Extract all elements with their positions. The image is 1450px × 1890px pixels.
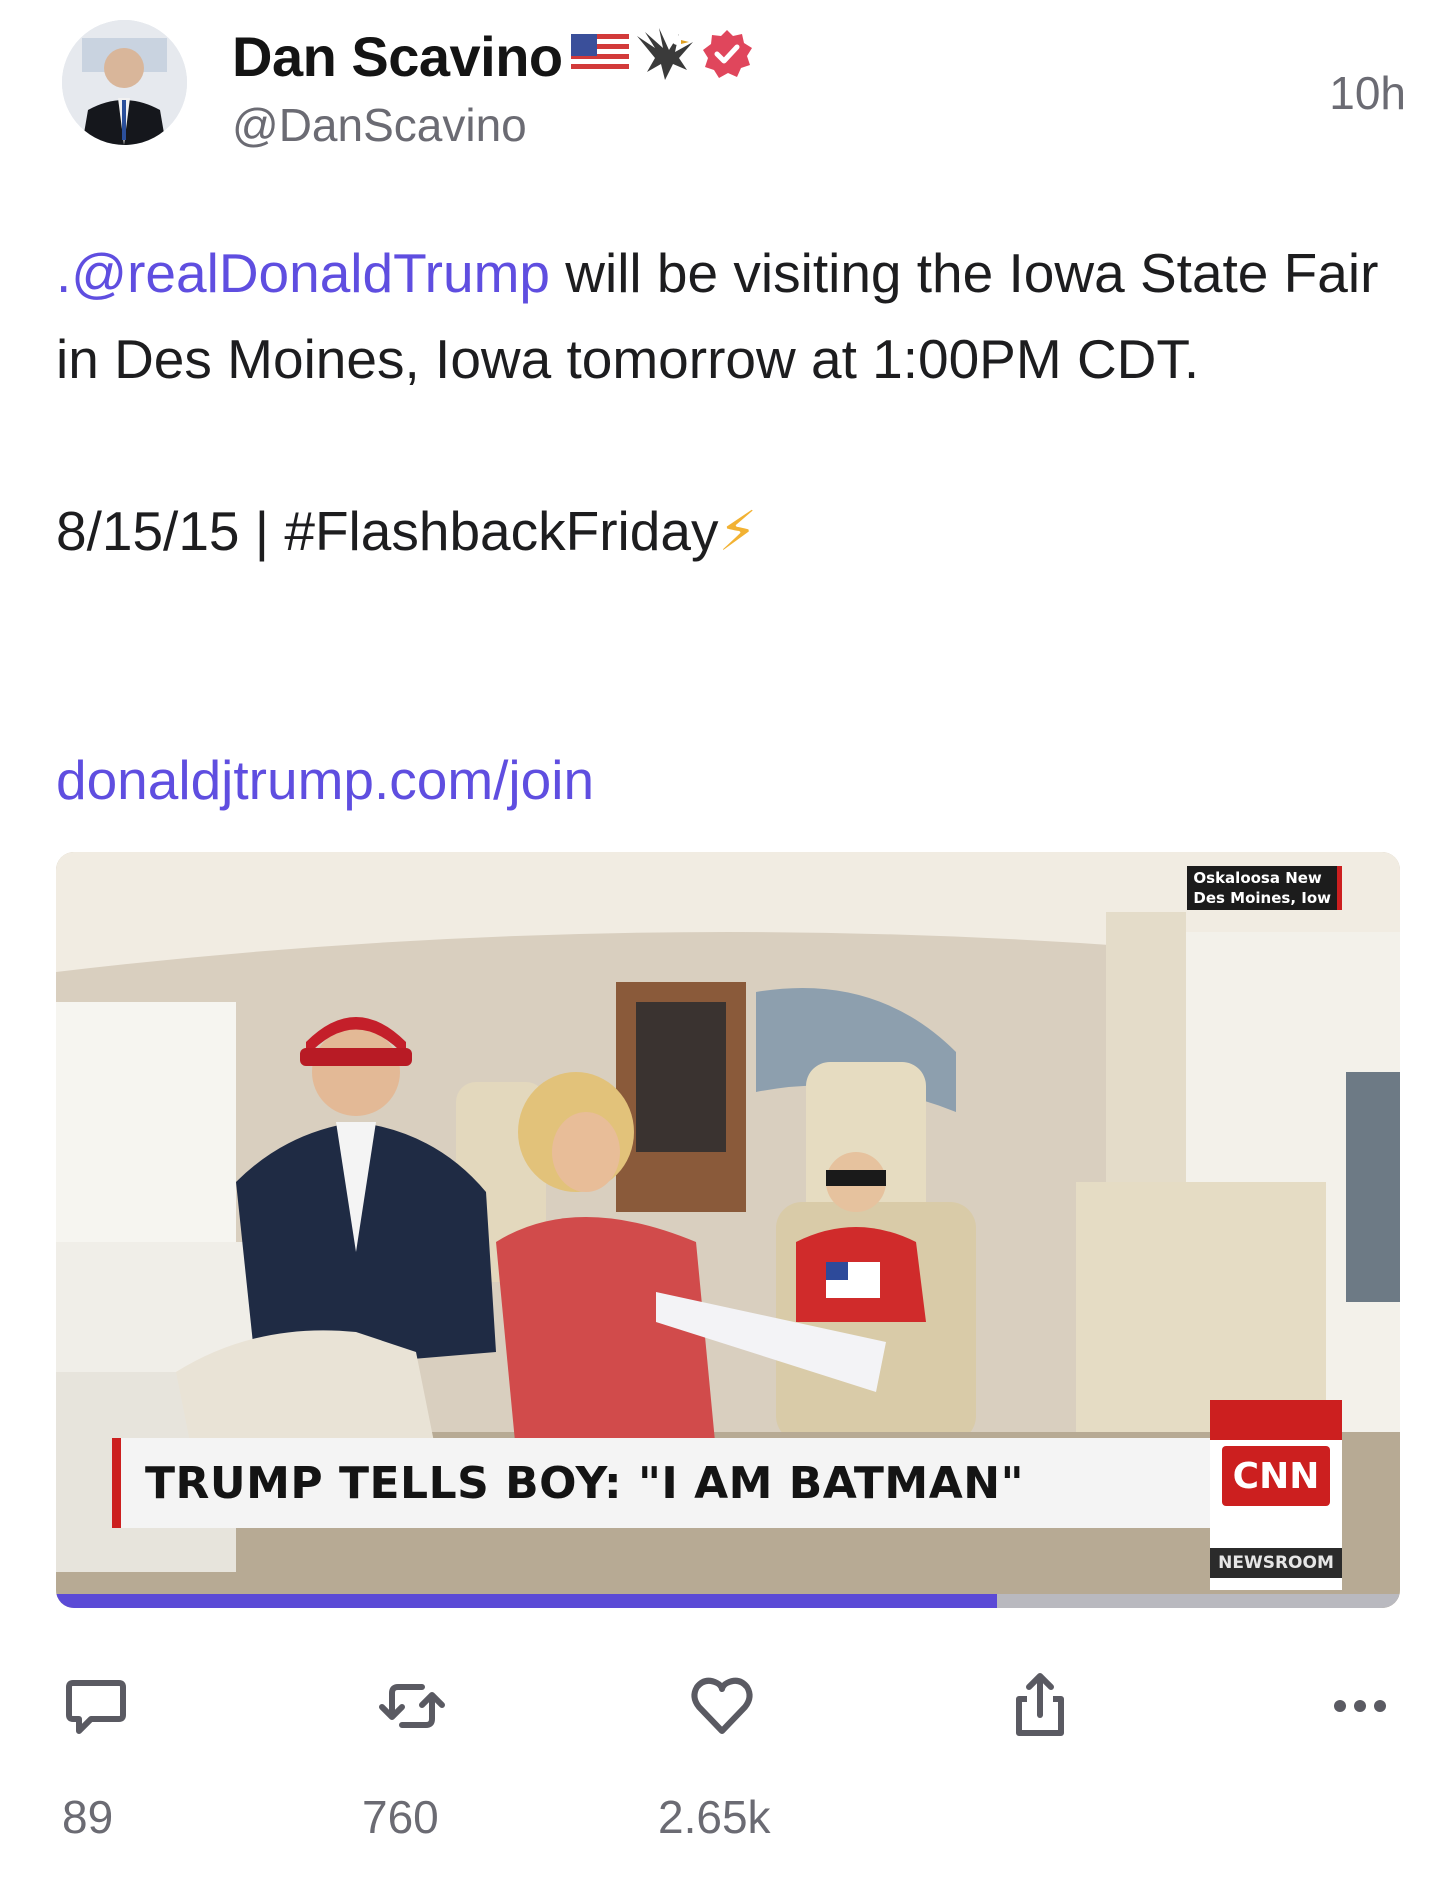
avatar[interactable]	[62, 20, 187, 145]
author-display-name[interactable]: Dan Scavino	[232, 24, 563, 89]
like-button[interactable]	[682, 1668, 762, 1748]
hashtag-text: #FlashbackFriday	[284, 500, 719, 562]
external-link[interactable]: donaldjtrump.com/join	[56, 748, 594, 812]
network-bug-red-bar	[1210, 1400, 1342, 1440]
mention-link[interactable]: .@realDonaldTrump	[56, 242, 550, 304]
author-name-row: Dan Scavino	[232, 24, 753, 88]
more-icon	[1330, 1696, 1390, 1721]
heart-icon	[687, 1671, 757, 1746]
share-icon	[1005, 1671, 1075, 1746]
us-flag-icon	[570, 33, 629, 79]
date-text: 8/15/15	[56, 500, 240, 562]
network-bug: CNN NEWSROOM	[1210, 1400, 1342, 1590]
lightning-icon: ⚡	[718, 500, 758, 562]
video-progress-bar[interactable]	[56, 1594, 1400, 1608]
repost-count: 760	[362, 1791, 439, 1843]
reply-button[interactable]	[56, 1668, 136, 1748]
post-actions	[0, 1668, 1450, 1748]
repost-icon	[374, 1671, 450, 1746]
repost-button[interactable]	[372, 1668, 452, 1748]
reply-count: 89	[62, 1791, 114, 1843]
post-date-line: 8/15/15 | #FlashbackFriday⚡	[56, 488, 1386, 574]
eagle-icon	[635, 26, 695, 87]
post-text: .@realDonaldTrump will be visiting the I…	[56, 230, 1386, 402]
post-timestamp[interactable]: 10h	[1329, 66, 1406, 120]
video-player[interactable]: Oskaloosa New Des Moines, Iow TRUMP TELL…	[56, 852, 1400, 1608]
author-handle[interactable]: @DanScavino	[232, 98, 527, 152]
cnn-logo: CNN	[1222, 1446, 1330, 1506]
badge-icons	[570, 26, 753, 87]
more-options-button[interactable]	[1320, 1668, 1400, 1748]
separator: |	[254, 500, 270, 562]
news-lower-third: TRUMP TELLS BOY: "I AM BATMAN"	[112, 1438, 1262, 1528]
share-button[interactable]	[1000, 1668, 1080, 1748]
like-count: 2.65k	[658, 1791, 771, 1843]
post-card: Dan Scavino @DanScavino 10h .@realDonald…	[0, 0, 1450, 1890]
verified-badge-icon	[701, 28, 753, 85]
source-tag: Oskaloosa New Des Moines, Iow	[1187, 866, 1342, 910]
post-body: .@realDonaldTrump will be visiting the I…	[56, 230, 1386, 574]
news-headline: TRUMP TELLS BOY: "I AM BATMAN"	[145, 1457, 1024, 1509]
network-sub-label: NEWSROOM	[1210, 1548, 1342, 1578]
reply-icon	[61, 1671, 131, 1746]
source-tag-line2: Des Moines, Iow	[1193, 889, 1331, 907]
video-progress-fill	[56, 1594, 997, 1608]
source-tag-line1: Oskaloosa New	[1193, 869, 1322, 887]
